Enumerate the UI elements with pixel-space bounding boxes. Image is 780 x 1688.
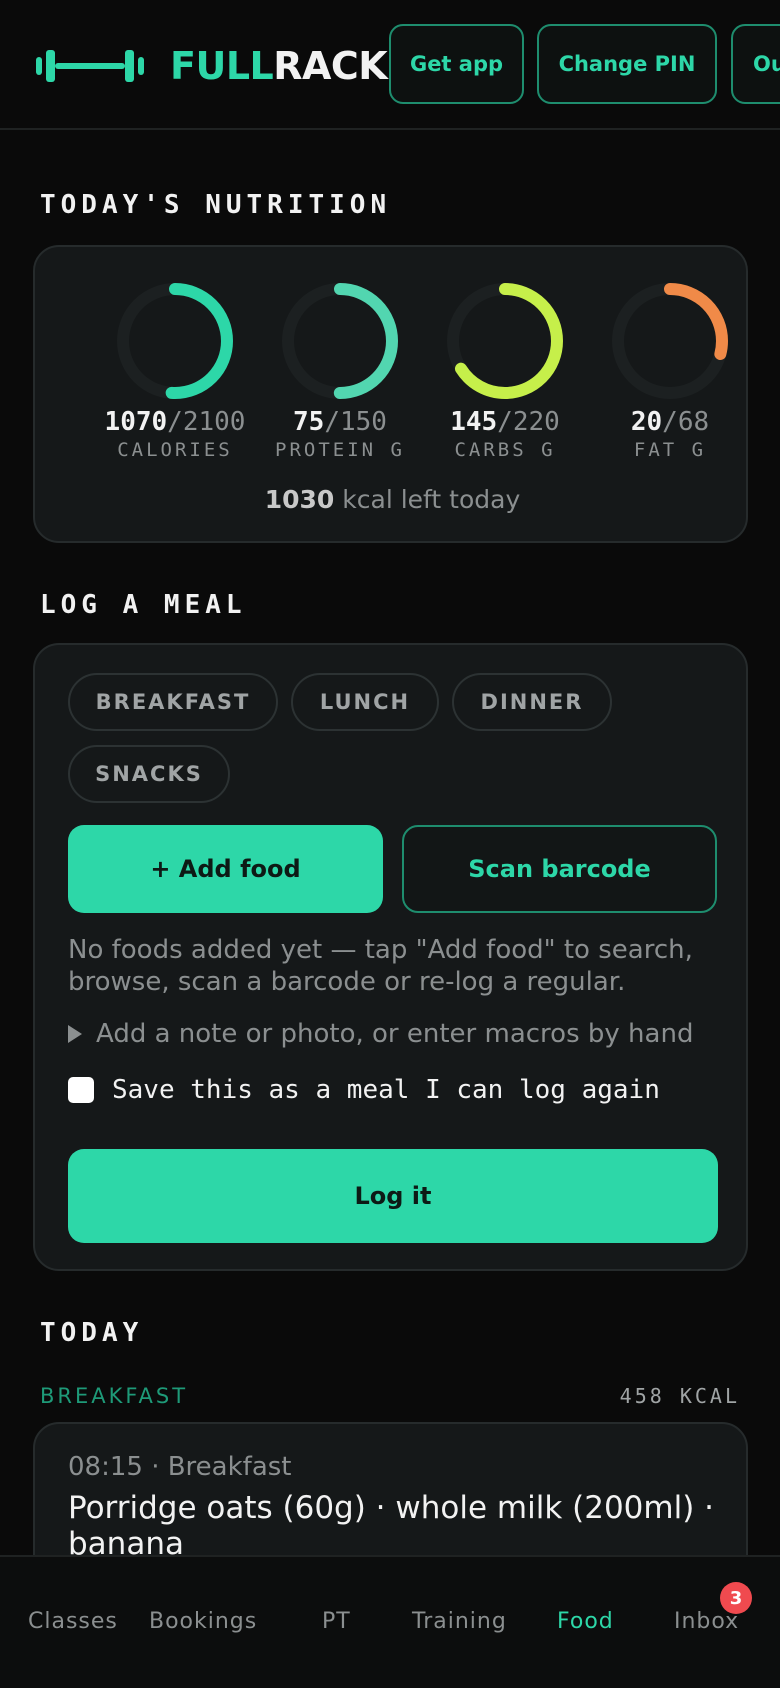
chip-breakfast[interactable]: BREAKFAST [68,673,278,731]
add-food-button[interactable]: + Add food [68,825,383,913]
fat-ring-chart [612,283,728,399]
save-meal-row[interactable]: Save this as a meal I can log again [68,1075,660,1105]
carbs-label: CARBS G [454,439,556,461]
meal-group-label: BREAKFAST [40,1384,189,1408]
calories-value: 1070/2100 [104,407,246,437]
chip-dinner[interactable]: DINNER [452,673,612,731]
tab-bookings[interactable]: Bookings [149,1609,257,1634]
entry-description: Porridge oats (60g) · whole milk (200ml)… [68,1490,715,1562]
inbox-unread-badge: 3 [720,1582,752,1614]
calories-ring: 1070/2100 CALORIES [100,281,250,461]
bottom-tab-bar: Classes Bookings PT Training Food Inbox … [0,1555,780,1688]
brand-name: FULLRACK [170,44,388,88]
today-section-title: TODAY [40,1318,144,1348]
entry-time: 08:15 · Breakfast [68,1452,292,1482]
nutrition-card: 1070/2100 CALORIES 75/150 PROTEIN G 145/… [33,245,748,543]
extra-details-disclosure[interactable]: Add a note or photo, or enter macros by … [68,1019,693,1049]
kcal-left-summary: 1030 kcal left today [264,485,521,514]
fat-value: 20/68 [630,407,710,437]
breakfast-group-header: BREAKFAST 458 KCAL [40,1384,740,1408]
app-header: FULLRACK Get app Change PIN Out [0,0,780,130]
protein-ring-chart [282,283,398,399]
calories-ring-chart [117,283,233,399]
calories-label: CALORIES [117,439,233,461]
disclosure-triangle-icon [68,1025,82,1043]
protein-label: PROTEIN G [275,439,405,461]
get-app-button[interactable]: Get app [389,24,524,104]
scan-barcode-button[interactable]: Scan barcode [402,825,717,913]
empty-foods-hint: No foods added yet — tap "Add food" to s… [68,935,693,997]
carbs-ring: 145/220 CARBS G [430,281,580,461]
sign-out-button[interactable]: Out [731,24,780,104]
carbs-value: 145/220 [450,407,560,437]
change-pin-button[interactable]: Change PIN [537,24,717,104]
save-meal-label: Save this as a meal I can log again [112,1075,660,1105]
log-meal-section-title: LOG A MEAL [40,590,247,620]
brand-logo[interactable]: FULLRACK [36,44,388,88]
fat-ring: 20/68 FAT G [595,281,745,461]
tab-pt[interactable]: PT [322,1609,351,1634]
meal-group-kcal: 458 KCAL [619,1384,740,1408]
disclosure-label: Add a note or photo, or enter macros by … [96,1019,694,1049]
chip-snacks[interactable]: SNACKS [68,745,230,803]
log-it-button[interactable]: Log it [68,1149,718,1243]
carbs-ring-chart [447,283,563,399]
tab-food[interactable]: Food [557,1609,614,1634]
chip-lunch[interactable]: LUNCH [291,673,439,731]
save-meal-checkbox[interactable] [68,1077,94,1103]
protein-value: 75/150 [293,407,387,437]
log-meal-card: BREAKFAST LUNCH DINNER SNACKS + Add food… [33,643,748,1271]
tab-training[interactable]: Training [412,1609,507,1634]
tab-classes[interactable]: Classes [28,1609,118,1634]
fat-label: FAT G [633,439,707,461]
nutrition-section-title: TODAY'S NUTRITION [40,190,392,220]
protein-ring: 75/150 PROTEIN G [265,281,415,461]
barbell-icon [36,49,144,83]
